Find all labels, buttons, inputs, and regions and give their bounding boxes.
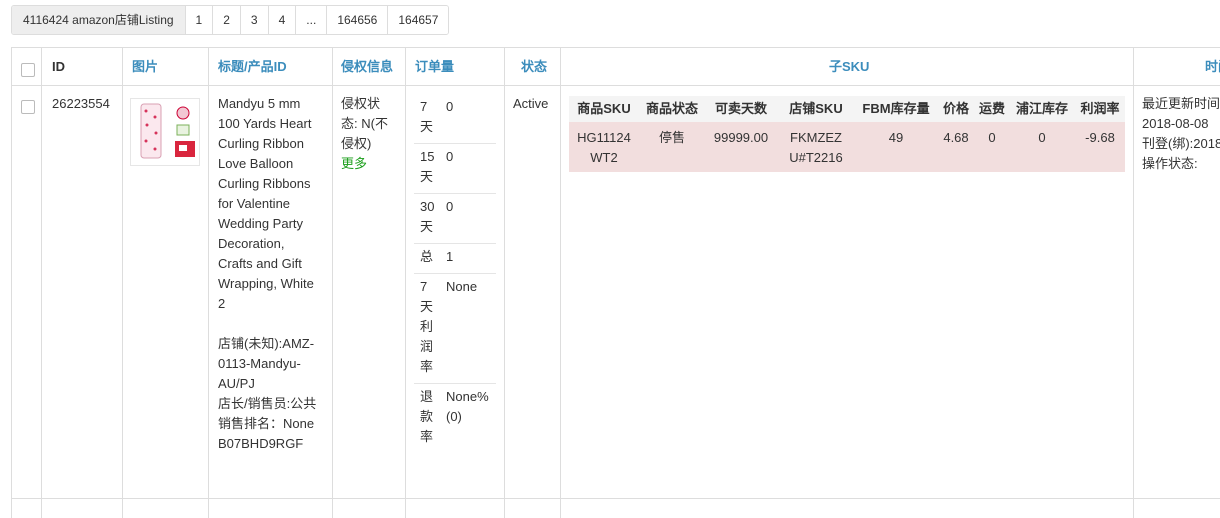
- header-status[interactable]: 状态: [521, 48, 547, 85]
- order-row: 退款率 None% (0): [420, 389, 489, 444]
- table-header: ID 图片 标题/产品ID 侵权信息 订单量 状态 子SKU 时间: [11, 48, 1220, 86]
- page-2[interactable]: 2: [212, 6, 240, 34]
- header-image[interactable]: 图片: [132, 48, 158, 85]
- ribbon-image: [140, 103, 195, 159]
- time-info: 最近更新时间 2018-08-08 刊登(绑):2018 操作状态:: [1142, 96, 1220, 171]
- header-time[interactable]: 时间: [1205, 48, 1220, 85]
- orders-table: 7天 0 15 天 0 30 天 0 总 1 7天利润率 None 退款率 None…: [414, 94, 496, 453]
- listing-table: ID 图片 标题/产品ID 侵权信息 订单量 状态 子SKU 时间 262235…: [11, 47, 1220, 518]
- listing-count: 4116424 amazon店铺Listing: [12, 6, 185, 34]
- page-3[interactable]: 3: [239, 6, 268, 34]
- row-id: 26223554: [52, 96, 110, 111]
- order-row: 7天利润率 None: [414, 274, 496, 384]
- order-row: 15 天 0: [414, 144, 496, 194]
- sku-row: HG11124 WT2 停售 99999.00 FKMZEZ U#T2216 49 …: [569, 122, 1125, 172]
- product-thumbnail[interactable]: [130, 98, 200, 166]
- header-orders[interactable]: 订单量: [415, 48, 454, 85]
- infringement-info: 侵权状 态: N(不 侵权) 更多: [341, 94, 401, 174]
- page-1[interactable]: 1: [184, 6, 213, 34]
- pagination: 4116424 amazon店铺Listing 1 2 3 4 ... 1646…: [11, 5, 450, 35]
- page-ellipsis: ...: [295, 6, 327, 34]
- order-row: 7天 0: [414, 94, 496, 144]
- page-164656[interactable]: 164656: [326, 6, 388, 34]
- order-row: 30 天 0: [414, 194, 496, 244]
- order-row: 总 1: [414, 244, 496, 274]
- row-checkbox[interactable]: [21, 100, 35, 114]
- header-title[interactable]: 标题/产品ID: [218, 48, 287, 85]
- page-164657[interactable]: 164657: [387, 6, 449, 34]
- header-child-sku[interactable]: 子SKU: [829, 48, 869, 85]
- page-4[interactable]: 4: [267, 6, 296, 34]
- child-sku-table: 商品SKU 商品状态 可卖天数 店铺SKU FBM库存量 价格 运费 浦江库存 …: [569, 96, 1125, 172]
- product-title: Mandyu 5 mm 100 Yards Heart Curling Ribbo…: [218, 96, 314, 311]
- select-all-checkbox[interactable]: [21, 63, 35, 77]
- header-infringement[interactable]: 侵权信息: [341, 48, 393, 85]
- more-link[interactable]: 更多: [341, 154, 401, 174]
- listing-status: Active: [513, 96, 549, 111]
- header-id[interactable]: ID: [52, 48, 65, 85]
- store-info: 店铺(未知):AMZ- 0113-Mandyu- AU/PJ 店长/销售员:公共 销…: [218, 336, 317, 451]
- sku-header-row: 商品SKU 商品状态 可卖天数 店铺SKU FBM库存量 价格 运费 浦江库存 …: [569, 96, 1125, 122]
